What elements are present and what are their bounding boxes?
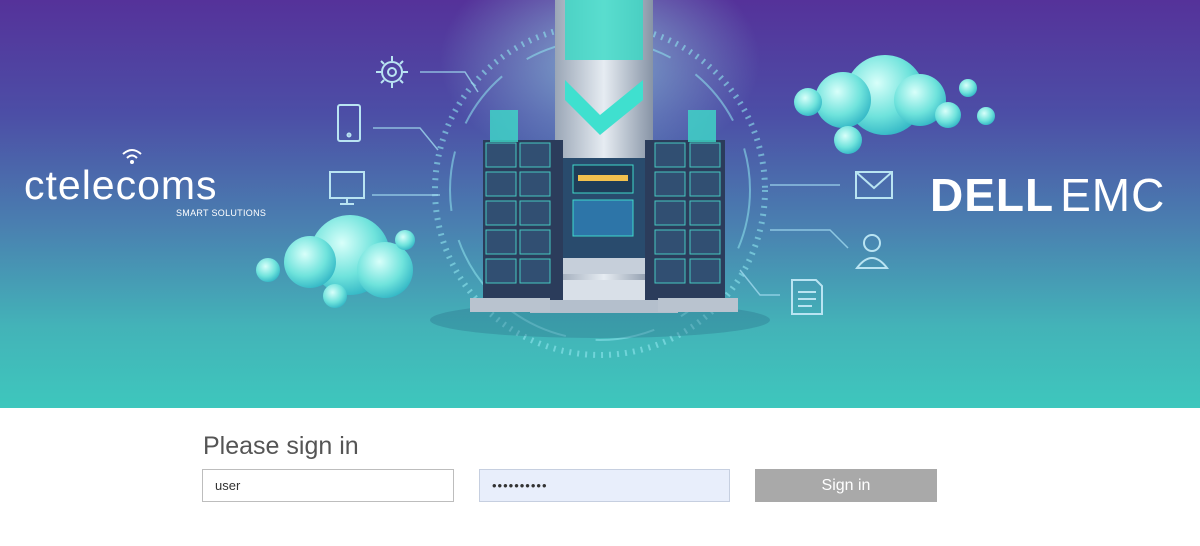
monitor-icon <box>329 171 365 205</box>
hero-banner: ctelecoms SMART SOLUTIONS DELL EMC <box>0 0 1200 408</box>
sign-in-button[interactable]: Sign in <box>755 469 937 502</box>
gear-icon <box>376 56 408 88</box>
logo-dell: DELL <box>930 169 1055 221</box>
user-icon <box>854 234 890 269</box>
logo-tagline: SMART SOLUTIONS <box>176 208 267 218</box>
dell-emc-logo: DELL EMC <box>930 168 1165 222</box>
tablet-icon <box>337 104 361 142</box>
password-input[interactable] <box>479 469 730 502</box>
logo-wordmark: ctelecoms <box>24 162 218 208</box>
mail-icon <box>855 171 893 199</box>
ctelecoms-logo: ctelecoms SMART SOLUTIONS <box>24 149 284 220</box>
signin-heading: Please sign in <box>203 432 359 460</box>
logo-emc: EMC <box>1060 169 1166 221</box>
username-input[interactable] <box>202 469 454 502</box>
document-icon <box>791 279 823 315</box>
